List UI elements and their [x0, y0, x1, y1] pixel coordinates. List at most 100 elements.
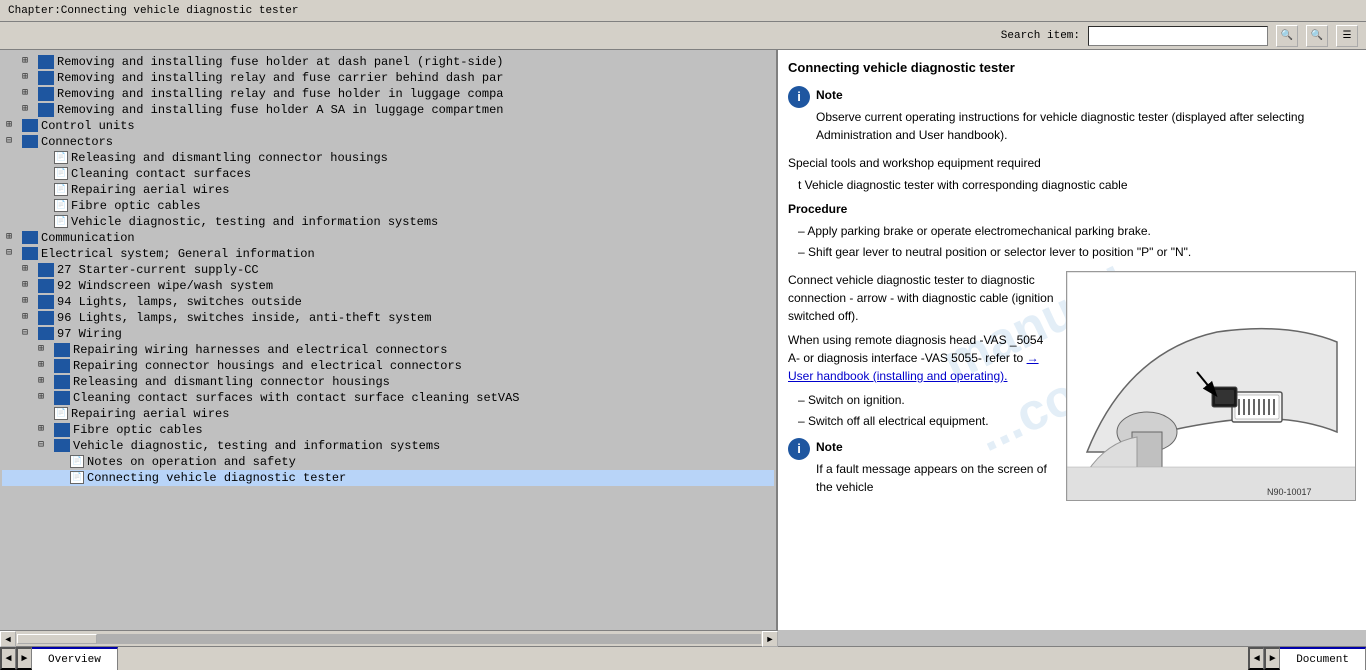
- book-icon: [38, 55, 54, 69]
- expand-icon: ⊞: [6, 231, 20, 243]
- expand-icon: ⊟: [38, 439, 52, 451]
- folder-icon: [22, 247, 38, 260]
- page-icon: 📄: [54, 167, 68, 180]
- list-item[interactable]: ⊞ Removing and installing relay and fuse…: [2, 86, 774, 102]
- expand-icon: ⊞: [22, 311, 36, 323]
- folder-icon: [22, 119, 38, 132]
- menu-button[interactable]: ☰: [1336, 25, 1358, 47]
- expand-icon: ⊞: [22, 55, 36, 67]
- remote-text: When using remote diagnosis head -VAS _5…: [788, 331, 1056, 385]
- book-icon: [54, 423, 70, 437]
- note-box-2: i Note If a fault message appears on the…: [788, 438, 1056, 500]
- list-item[interactable]: ⊞ Control units: [2, 118, 774, 134]
- tab-document[interactable]: Document: [1280, 647, 1366, 670]
- page-icon: 📄: [54, 151, 68, 164]
- right-panel: manuall...co.uk Connecting vehicle diagn…: [778, 50, 1366, 630]
- search-button-2[interactable]: 🔍: [1306, 25, 1328, 47]
- nav-fwd-btn[interactable]: ►: [16, 647, 32, 670]
- nav-doc-fwd-btn[interactable]: ►: [1264, 647, 1280, 670]
- book-icon: [54, 375, 70, 389]
- expand-icon: ⊞: [38, 391, 52, 403]
- doc-title: Connecting vehicle diagnostic tester: [788, 58, 1356, 78]
- list-item[interactable]: 📄 Vehicle diagnostic, testing and inform…: [2, 214, 774, 230]
- book-icon: [54, 391, 70, 405]
- scroll-left-btn[interactable]: ◄: [0, 631, 16, 647]
- search-input[interactable]: [1088, 26, 1268, 46]
- list-item[interactable]: ⊟ Electrical system; General information: [2, 246, 774, 262]
- toc-label: Removing and installing fuse holder at d…: [57, 55, 503, 69]
- toc-label: 27 Starter-current supply-CC: [57, 263, 259, 277]
- note-text-1: Observe current operating instructions f…: [816, 108, 1356, 144]
- list-item[interactable]: ⊞ 92 Windscreen wipe/wash system: [2, 278, 774, 294]
- expand-icon: ⊞: [38, 343, 52, 355]
- scroll-thumb[interactable]: [17, 634, 97, 644]
- list-item[interactable]: 📄 Notes on operation and safety: [2, 454, 774, 470]
- toc-label: Connecting vehicle diagnostic tester: [87, 471, 346, 485]
- toc-label: Removing and installing relay and fuse h…: [57, 87, 503, 101]
- toc-label: Repairing connector housings and electri…: [73, 359, 462, 373]
- note-text-2: If a fault message appears on the screen…: [816, 460, 1056, 496]
- toc-label: Repairing aerial wires: [71, 407, 229, 421]
- list-item[interactable]: 📄 Repairing aerial wires: [2, 182, 774, 198]
- list-item[interactable]: ⊞ Removing and installing fuse holder at…: [2, 54, 774, 70]
- list-item[interactable]: ⊞ 96 Lights, lamps, switches inside, ant…: [2, 310, 774, 326]
- toc-label: Connectors: [41, 135, 113, 149]
- user-handbook-link[interactable]: → User handbook (installing and operatin…: [788, 351, 1039, 383]
- list-item[interactable]: ⊟ Connectors: [2, 134, 774, 150]
- list-item[interactable]: ⊞ Fibre optic cables: [2, 422, 774, 438]
- toc-label: Vehicle diagnostic, testing and informat…: [71, 215, 438, 229]
- title-bar: Chapter:Connecting vehicle diagnostic te…: [0, 0, 1366, 22]
- note-icon-2: i: [788, 438, 810, 460]
- search-label: Search item:: [1001, 30, 1080, 42]
- toc-label: Repairing aerial wires: [71, 183, 229, 197]
- nav-back-btn[interactable]: ◄: [0, 647, 16, 670]
- expand-icon: ⊞: [22, 279, 36, 291]
- toc-label: 94 Lights, lamps, switches outside: [57, 295, 302, 309]
- list-item[interactable]: ⊞ Repairing wiring harnesses and electri…: [2, 342, 774, 358]
- step-3: – Switch on ignition.: [788, 391, 1056, 409]
- list-item[interactable]: ⊞ Releasing and dismantling connector ho…: [2, 374, 774, 390]
- search-button-1[interactable]: 🔍: [1276, 25, 1298, 47]
- page-icon: 📄: [70, 455, 84, 468]
- expand-icon: ⊞: [38, 359, 52, 371]
- note-label-2: Note: [816, 438, 1056, 456]
- folder-icon: [22, 231, 38, 244]
- list-item[interactable]: ⊞ 27 Starter-current supply-CC: [2, 262, 774, 278]
- list-item[interactable]: 📄 Connecting vehicle diagnostic tester: [2, 470, 774, 486]
- list-item[interactable]: ⊞ 94 Lights, lamps, switches outside: [2, 294, 774, 310]
- toolbar: Search item: 🔍 🔍 ☰: [0, 22, 1366, 50]
- list-item[interactable]: ⊞ Communication: [2, 230, 774, 246]
- expand-icon: ⊞: [22, 263, 36, 275]
- tool-item: t Vehicle diagnostic tester with corresp…: [788, 176, 1356, 194]
- expand-icon: ⊟: [6, 135, 20, 147]
- toc-label: Repairing wiring harnesses and electrica…: [73, 343, 447, 357]
- expand-icon: ⊞: [38, 375, 52, 387]
- status-bar: ◄ ► Overview ◄ ► Document: [0, 646, 1366, 670]
- toc-label: Fibre optic cables: [71, 199, 201, 213]
- toc-label: Removing and installing relay and fuse c…: [57, 71, 503, 85]
- note-box-1: i Note Observe current operating instruc…: [788, 86, 1356, 148]
- list-item[interactable]: ⊞ Removing and installing relay and fuse…: [2, 70, 774, 86]
- nav-doc-back-btn[interactable]: ◄: [1248, 647, 1264, 670]
- page-icon: 📄: [54, 199, 68, 212]
- toc-label: Removing and installing fuse holder A SA…: [57, 103, 503, 117]
- list-item[interactable]: ⊟ 97 Wiring: [2, 326, 774, 342]
- list-item[interactable]: ⊞ Repairing connector housings and elect…: [2, 358, 774, 374]
- toc-label: Control units: [41, 119, 135, 133]
- list-item[interactable]: ⊞ Cleaning contact surfaces with contact…: [2, 390, 774, 406]
- diagram-area: N90-10017: [1066, 271, 1356, 501]
- list-item[interactable]: 📄 Releasing and dismantling connector ho…: [2, 150, 774, 166]
- list-item[interactable]: 📄 Cleaning contact surfaces: [2, 166, 774, 182]
- scroll-right-btn[interactable]: ►: [762, 631, 778, 647]
- step-1: – Apply parking brake or operate electro…: [788, 222, 1356, 240]
- list-item[interactable]: ⊞ Removing and installing fuse holder A …: [2, 102, 774, 118]
- tab-overview[interactable]: Overview: [32, 647, 118, 670]
- list-item[interactable]: ⊟ Vehicle diagnostic, testing and inform…: [2, 438, 774, 454]
- toc-label: Fibre optic cables: [73, 423, 203, 437]
- list-item[interactable]: 📄 Fibre optic cables: [2, 198, 774, 214]
- page-icon: 📄: [54, 183, 68, 196]
- expand-icon: ⊞: [22, 295, 36, 307]
- expand-icon: ⊞: [38, 423, 52, 435]
- list-item[interactable]: 📄 Repairing aerial wires: [2, 406, 774, 422]
- title-text: Chapter:Connecting vehicle diagnostic te…: [8, 5, 298, 17]
